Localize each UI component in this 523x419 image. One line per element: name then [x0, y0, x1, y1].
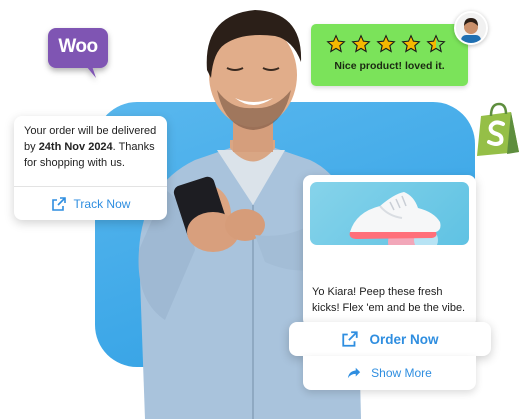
reviewer-avatar — [454, 11, 488, 45]
product-message-card: Yo Kiara! Peep these fresh kicks! Flex '… — [303, 175, 476, 327]
external-link-icon — [51, 196, 66, 211]
order-message: Your order will be delivered by 24th Nov… — [24, 125, 157, 169]
track-now-button[interactable]: Track Now — [14, 187, 167, 220]
external-link-icon — [342, 331, 359, 347]
star-icon — [351, 34, 371, 53]
star-icon — [401, 34, 421, 53]
share-arrow-icon — [348, 367, 361, 379]
star-icon — [376, 34, 396, 53]
order-now-button[interactable]: Order Now — [289, 322, 491, 356]
show-more-label: Show More — [371, 366, 432, 380]
track-now-label: Track Now — [73, 196, 131, 211]
review-card: Nice product! loved it. — [311, 24, 468, 86]
woo-logo-text: Woo — [58, 36, 98, 57]
delivery-date: 24th Nov 2024 — [38, 141, 113, 153]
product-message: Yo Kiara! Peep these fresh kicks! Flex '… — [312, 286, 466, 314]
show-more-button[interactable]: Show More — [303, 356, 476, 390]
star-icon — [326, 34, 346, 53]
shopify-logo — [473, 100, 523, 158]
review-text: Nice product! loved it. — [334, 60, 445, 72]
half-star-icon — [426, 34, 446, 53]
order-notification-card: Your order will be delivered by 24th Nov… — [14, 116, 167, 220]
star-rating — [326, 34, 446, 54]
woocommerce-logo: Woo — [42, 22, 114, 86]
order-now-label: Order Now — [369, 331, 439, 347]
sneaker-image — [310, 182, 469, 245]
